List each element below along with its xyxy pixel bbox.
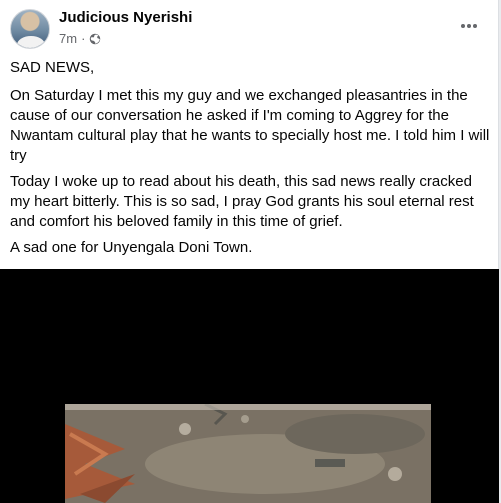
post-header: Judicious Nyerishi 7m · bbox=[0, 0, 499, 54]
post-paragraph: SAD NEWS, bbox=[10, 59, 95, 76]
globe-icon[interactable] bbox=[89, 33, 101, 45]
post-media[interactable] bbox=[0, 269, 499, 503]
more-options-button[interactable] bbox=[455, 14, 483, 38]
post-paragraph: Today I woke up to read about his death,… bbox=[10, 173, 474, 230]
meta-separator: · bbox=[81, 31, 86, 46]
more-options-dot bbox=[467, 24, 471, 28]
post-time[interactable]: 7m bbox=[59, 31, 77, 46]
avatar-figure bbox=[17, 36, 45, 48]
media-photo[interactable] bbox=[65, 404, 431, 503]
post-paragraph: A sad one for Unyengala Doni Town. bbox=[10, 239, 253, 256]
author-avatar[interactable] bbox=[10, 9, 50, 49]
photo-content bbox=[65, 404, 431, 503]
post-meta: 7m · bbox=[59, 31, 101, 46]
post-paragraph: On Saturday I met this my guy and we exc… bbox=[10, 87, 490, 164]
author-name[interactable]: Judicious Nyerishi bbox=[59, 9, 192, 26]
feed-post: Judicious Nyerishi 7m · SAD NEWS, On Sat… bbox=[0, 0, 499, 503]
more-options-dot bbox=[473, 24, 477, 28]
more-options-icon bbox=[461, 24, 465, 28]
